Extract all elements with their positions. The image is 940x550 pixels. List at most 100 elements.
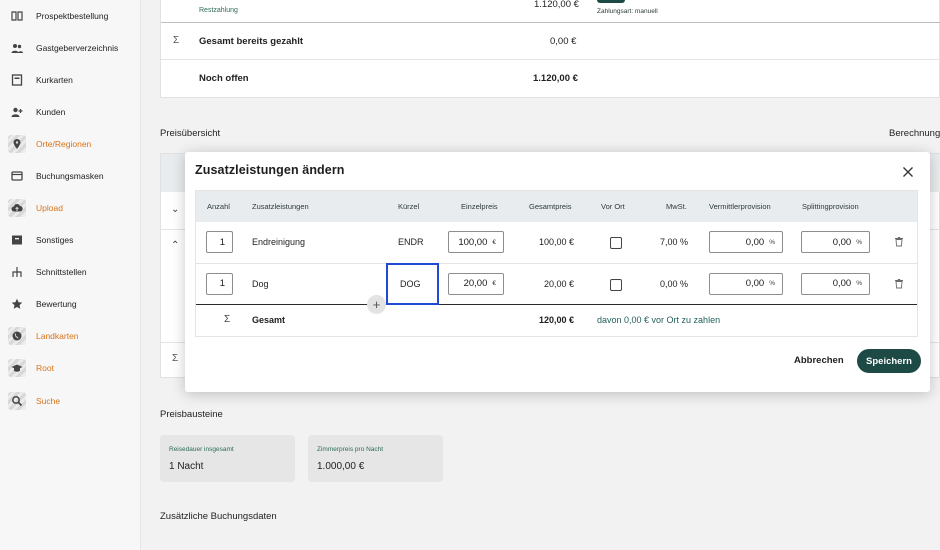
close-icon[interactable] xyxy=(900,164,916,180)
payment-sub: Restzahlung xyxy=(199,7,238,14)
zusatzleistung-name: Dog xyxy=(252,278,269,289)
splittingprovision-input[interactable]: 0,00% xyxy=(801,231,870,253)
divider xyxy=(161,22,940,23)
open-label: Noch offen xyxy=(199,73,249,84)
gesamtpreis-value: 20,00 € xyxy=(544,278,575,289)
preisuebersicht-heading: Preisübersicht xyxy=(160,128,221,139)
zusatzleistungen-table: Anzahl Zusatzleistungen Kürzel Einzelpre… xyxy=(195,190,918,337)
mwst-value: 7,00 % xyxy=(660,237,689,247)
reisedauer-value: 1 Nacht xyxy=(169,461,204,472)
reisedauer-label: Reisedauer insgesamt xyxy=(169,446,234,453)
sidebar-item-schnittstellen[interactable]: Schnittstellen xyxy=(0,261,141,283)
trash-icon[interactable] xyxy=(894,236,904,248)
sum-icon: Σ xyxy=(173,35,180,46)
vor-ort-checkbox[interactable] xyxy=(610,237,622,249)
reisedauer-box: Reisedauer insgesamt 1 Nacht xyxy=(160,435,295,482)
sidebar-item-label: Kurkarten xyxy=(36,75,73,85)
cloud-upload-icon xyxy=(8,199,26,217)
chevron-up-icon[interactable]: ⌃ xyxy=(171,240,179,251)
anzahl-input[interactable]: 1 xyxy=(206,231,233,253)
sidebar-item-label: Upload xyxy=(36,203,63,213)
sidebar-item-upload[interactable]: Upload xyxy=(0,197,141,219)
col-mwst: MwSt. xyxy=(666,202,687,211)
trash-icon[interactable] xyxy=(894,278,904,290)
cancel-button[interactable]: Abbrechen xyxy=(794,355,844,366)
sidebar-item-label: Root xyxy=(36,363,54,373)
sidebar-item-buchungsmasken[interactable]: Buchungsmasken xyxy=(0,165,141,187)
splittingprovision-input[interactable]: 0,00% xyxy=(801,272,870,295)
sidebar-item-label: Bewertung xyxy=(36,299,77,309)
sidebar-item-label: Landkarten xyxy=(36,331,79,341)
col-kuerzel: Kürzel xyxy=(398,202,420,211)
kuerzel-input-focused[interactable]: DOG xyxy=(386,262,439,305)
payment-amount: 1.120,00 € xyxy=(534,0,579,10)
kuerzel-value: DOG xyxy=(400,278,421,289)
hierarchy-icon xyxy=(8,263,26,281)
sidebar-item-label: Prospektbestellung xyxy=(36,11,109,21)
anzahl-input[interactable]: 1 xyxy=(206,272,233,295)
payment-method: Zahlungsart: manuell xyxy=(597,8,658,15)
col-gesamtpreis: Gesamtpreis xyxy=(529,202,572,211)
col-anzahl: Anzahl xyxy=(207,202,230,211)
archive-icon xyxy=(8,231,26,249)
sum-total: 120,00 € xyxy=(539,315,575,325)
col-vermittlerprovision: Vermittlerprovision xyxy=(709,202,771,211)
dialog-title: Zusatzleistungen ändern xyxy=(195,163,345,177)
zusatzleistungen-dialog: Zusatzleistungen ändern Anzahl Zusatzlei… xyxy=(185,152,930,392)
open-value: 1.120,00 € xyxy=(533,73,578,84)
zimmerpreis-value: 1.000,00 € xyxy=(317,461,365,472)
sidebar-item-suche[interactable]: Suche xyxy=(0,390,141,412)
vor-ort-note: davon 0,00 € vor Ort zu zahlen xyxy=(597,315,721,325)
col-zusatzleistungen: Zusatzleistungen xyxy=(252,202,309,211)
sidebar-item-bewertung[interactable]: Bewertung xyxy=(0,293,141,315)
mwst-value: 0,00 % xyxy=(660,278,689,289)
chevron-down-icon[interactable]: ⌄ xyxy=(171,204,179,215)
sidebar-item-label: Sonstiges xyxy=(36,235,74,245)
kuerzel-value[interactable]: ENDR xyxy=(398,237,424,247)
vermittlerprovision-input[interactable]: 0,00% xyxy=(709,231,783,253)
zusatzleistung-name: Endreinigung xyxy=(252,237,306,247)
sidebar-item-kurkarten[interactable]: Kurkarten xyxy=(0,69,141,91)
einzelpreis-input[interactable]: 20,00 € xyxy=(448,272,504,295)
save-button[interactable]: Speichern xyxy=(857,349,921,373)
users-icon xyxy=(8,39,26,57)
gesamtpreis-value: 100,00 € xyxy=(539,237,575,247)
sidebar-item-gastgeberverzeichnis[interactable]: Gastgeberverzeichnis xyxy=(0,37,141,59)
sidebar-item-orte-regionen[interactable]: Orte/Regionen xyxy=(0,133,141,155)
preisbausteine-heading: Preisbausteine xyxy=(160,409,223,420)
sidebar-item-label: Suche xyxy=(36,396,61,406)
search-icon xyxy=(8,392,26,410)
table-row: 1 Dog DOG 20,00 € 20,00 € 0,00 % 0,00% 0,… xyxy=(196,262,917,305)
col-splittingprovision: Splittingprovision xyxy=(802,202,859,211)
sum-icon: Σ xyxy=(224,314,231,325)
payments-card: 1.120,00 € Restzahlung Zahlungsart: manu… xyxy=(160,0,940,98)
sum-icon: Σ xyxy=(172,353,179,364)
graduation-cap-icon xyxy=(8,359,26,377)
sidebar-item-label: Gastgeberverzeichnis xyxy=(36,43,119,53)
vor-ort-checkbox[interactable] xyxy=(610,278,622,291)
sidebar-item-label: Orte/Regionen xyxy=(36,139,92,149)
zimmerpreis-label: Zimmerpreis pro Nacht xyxy=(317,446,384,453)
sidebar-item-label: Schnittstellen xyxy=(36,267,87,277)
table-header: Anzahl Zusatzleistungen Kürzel Einzelpre… xyxy=(196,191,917,222)
sidebar-item-sonstiges[interactable]: Sonstiges xyxy=(0,229,141,251)
sidebar-item-prospektbestellung[interactable]: Prospektbestellung xyxy=(0,5,141,27)
location-pin-icon xyxy=(8,135,26,153)
sidebar-item-landkarten[interactable]: Landkarten xyxy=(0,325,141,347)
table-row: 1 Endreinigung ENDR 100,00 € 100,00 € 7,0… xyxy=(196,222,917,264)
add-row-button[interactable]: + xyxy=(367,295,386,314)
book-icon xyxy=(8,7,26,25)
sidebar-item-root[interactable]: Root xyxy=(0,357,141,379)
sidebar: Prospektbestellung Gastgeberverzeichnis … xyxy=(0,0,141,550)
sum-paid-value: 0,00 € xyxy=(550,36,577,47)
sidebar-item-label: Kunden xyxy=(36,107,66,117)
sidebar-item-kunden[interactable]: Kunden xyxy=(0,101,141,123)
globe-icon xyxy=(8,327,26,345)
sidebar-item-label: Buchungsmasken xyxy=(36,171,104,181)
einzelpreis-input[interactable]: 100,00 € xyxy=(448,231,504,253)
berechnung-heading: Berechnung xyxy=(889,128,940,139)
vermittlerprovision-input[interactable]: 0,00% xyxy=(709,272,783,295)
payment-status-chip xyxy=(597,0,625,3)
sum-paid-label: Gesamt bereits gezahlt xyxy=(199,36,304,47)
zimmerpreis-box: Zimmerpreis pro Nacht 1.000,00 € xyxy=(308,435,443,482)
